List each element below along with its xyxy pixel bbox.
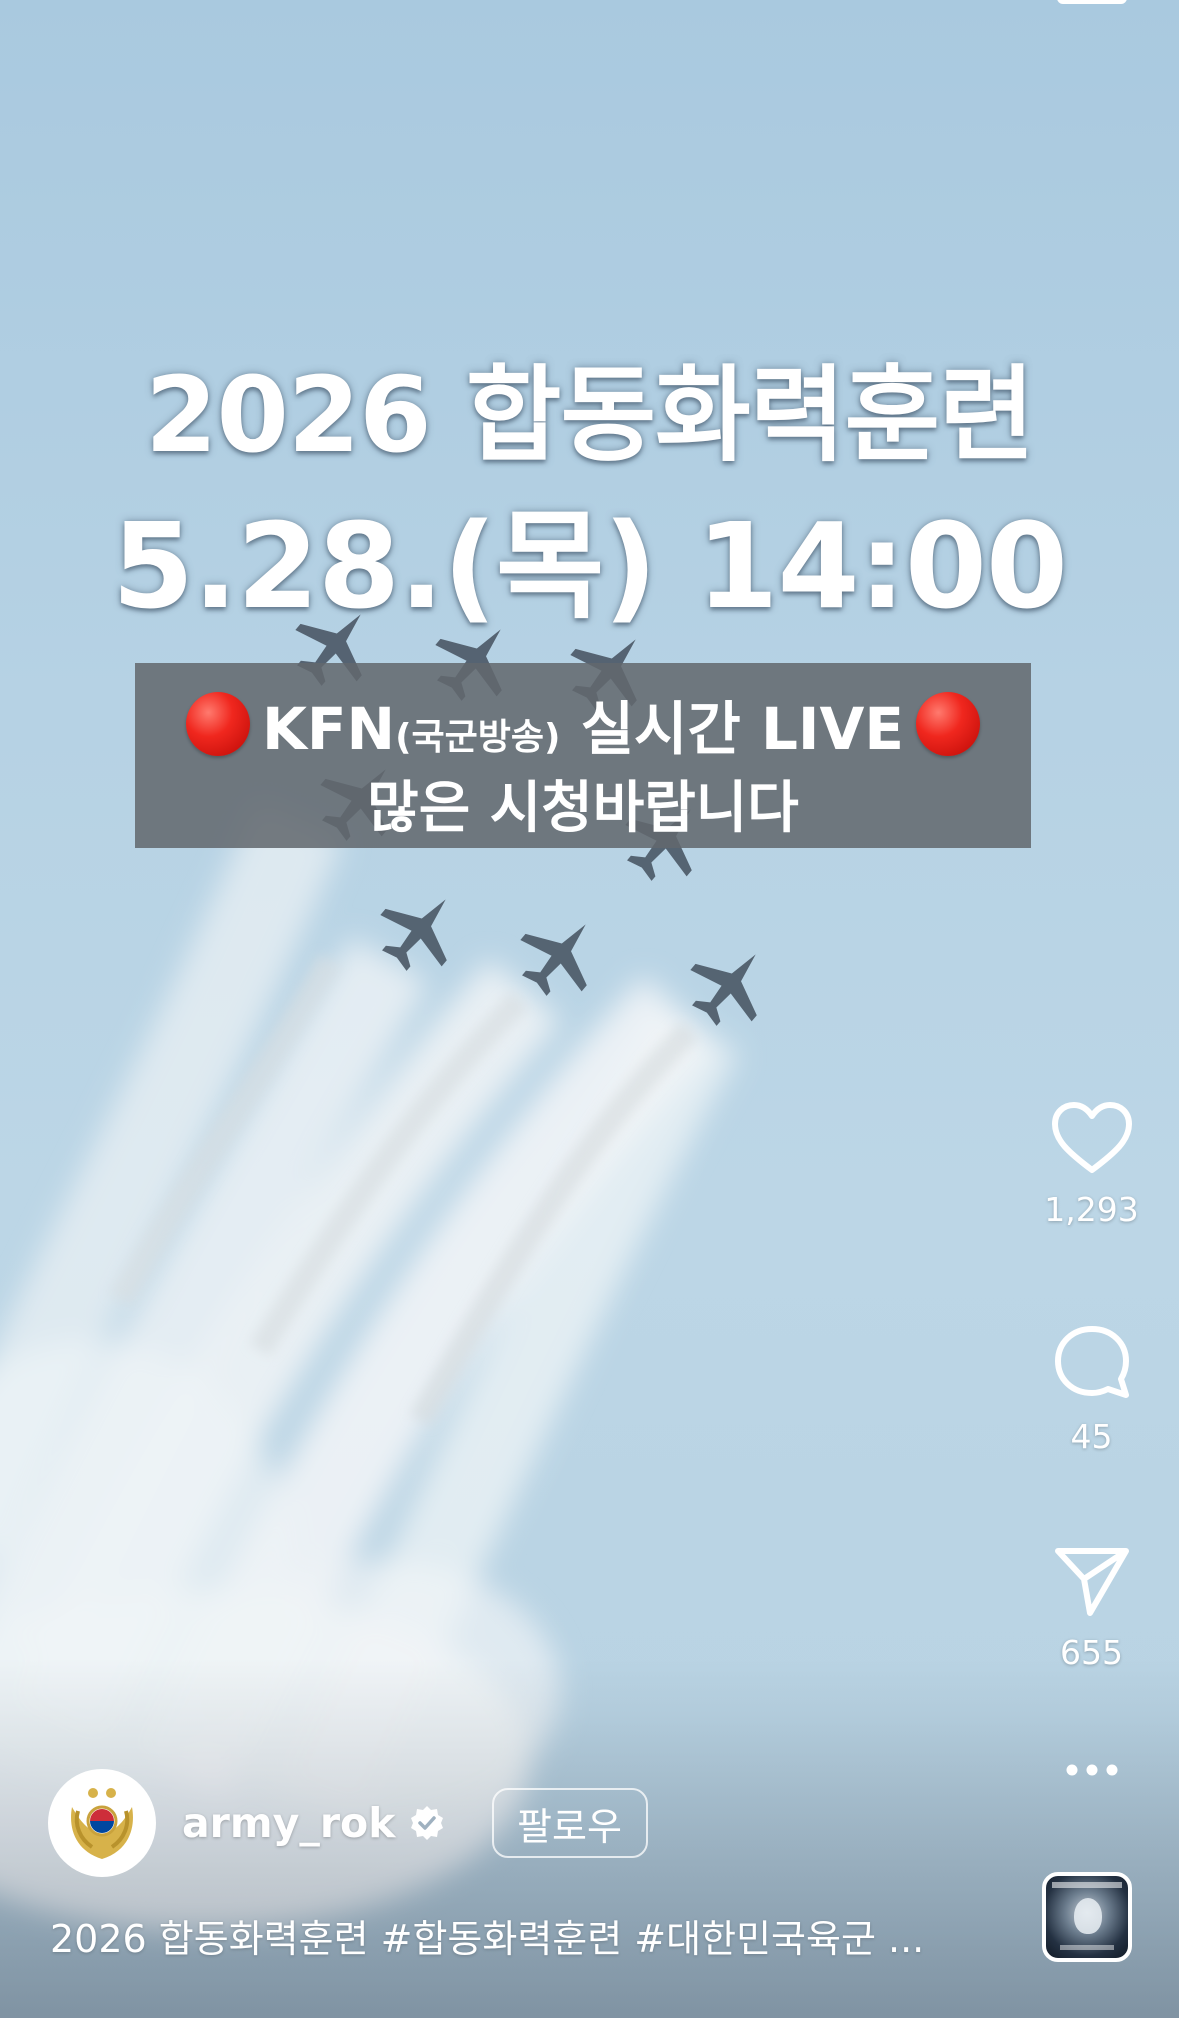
army-emblem-icon bbox=[71, 1788, 133, 1859]
top-status-chip bbox=[1057, 0, 1127, 4]
verified-badge-icon bbox=[408, 1804, 446, 1842]
reel-video[interactable] bbox=[0, 0, 1179, 2018]
follow-button[interactable]: 팔로우 bbox=[491, 1788, 648, 1858]
thumb-band-bottom bbox=[1060, 1945, 1114, 1950]
heart-outline-icon bbox=[1051, 1102, 1132, 1173]
speech-bubble-icon bbox=[1054, 1326, 1129, 1398]
avatar[interactable] bbox=[48, 1769, 156, 1877]
paper-plane-icon bbox=[1054, 1548, 1129, 1616]
like-count: 1,293 bbox=[1044, 1190, 1139, 1229]
banner-text: KFN(국군방송) 실시간 LIVE bbox=[262, 682, 904, 766]
red-circle-icon bbox=[185, 692, 250, 756]
caption[interactable]: 2026 합동화력훈련 #합동화력훈련 #대한민국육군 ... bbox=[50, 1908, 924, 1963]
thumb-band bbox=[1052, 1882, 1122, 1888]
like-button[interactable]: 1,293 bbox=[1034, 1100, 1149, 1229]
banner-line-1: KFN(국군방송) 실시간 LIVE bbox=[135, 689, 1031, 763]
audio-thumbnail[interactable] bbox=[1042, 1872, 1132, 1962]
comment-count: 45 bbox=[1070, 1417, 1113, 1456]
more-button[interactable] bbox=[1034, 1760, 1149, 1780]
username[interactable]: army_rok bbox=[182, 1799, 396, 1847]
banner-prefix: KFN bbox=[261, 695, 396, 763]
banner-line-2: 많은 시청바랍니다 bbox=[367, 776, 799, 841]
red-circle-icon bbox=[916, 692, 981, 756]
thumb-figure bbox=[1074, 1898, 1102, 1934]
live-banner: KFN(국군방송) 실시간 LIVE 많은 시청바랍니다 bbox=[135, 663, 1031, 848]
share-count: 655 bbox=[1060, 1633, 1123, 1672]
banner-paren: (국군방송) bbox=[395, 717, 561, 758]
more-dots-icon bbox=[1066, 1764, 1117, 1776]
share-button[interactable]: 655 bbox=[1034, 1543, 1149, 1672]
comment-button[interactable]: 45 bbox=[1034, 1323, 1149, 1456]
headline-datetime: 5.28.(목) 14:00 bbox=[111, 497, 1068, 635]
headline-title: 2026 합동화력훈련 bbox=[145, 354, 1035, 476]
banner-suffix: 실시간 LIVE bbox=[580, 695, 905, 763]
author-row: army_rok 팔로우 bbox=[48, 1768, 648, 1878]
